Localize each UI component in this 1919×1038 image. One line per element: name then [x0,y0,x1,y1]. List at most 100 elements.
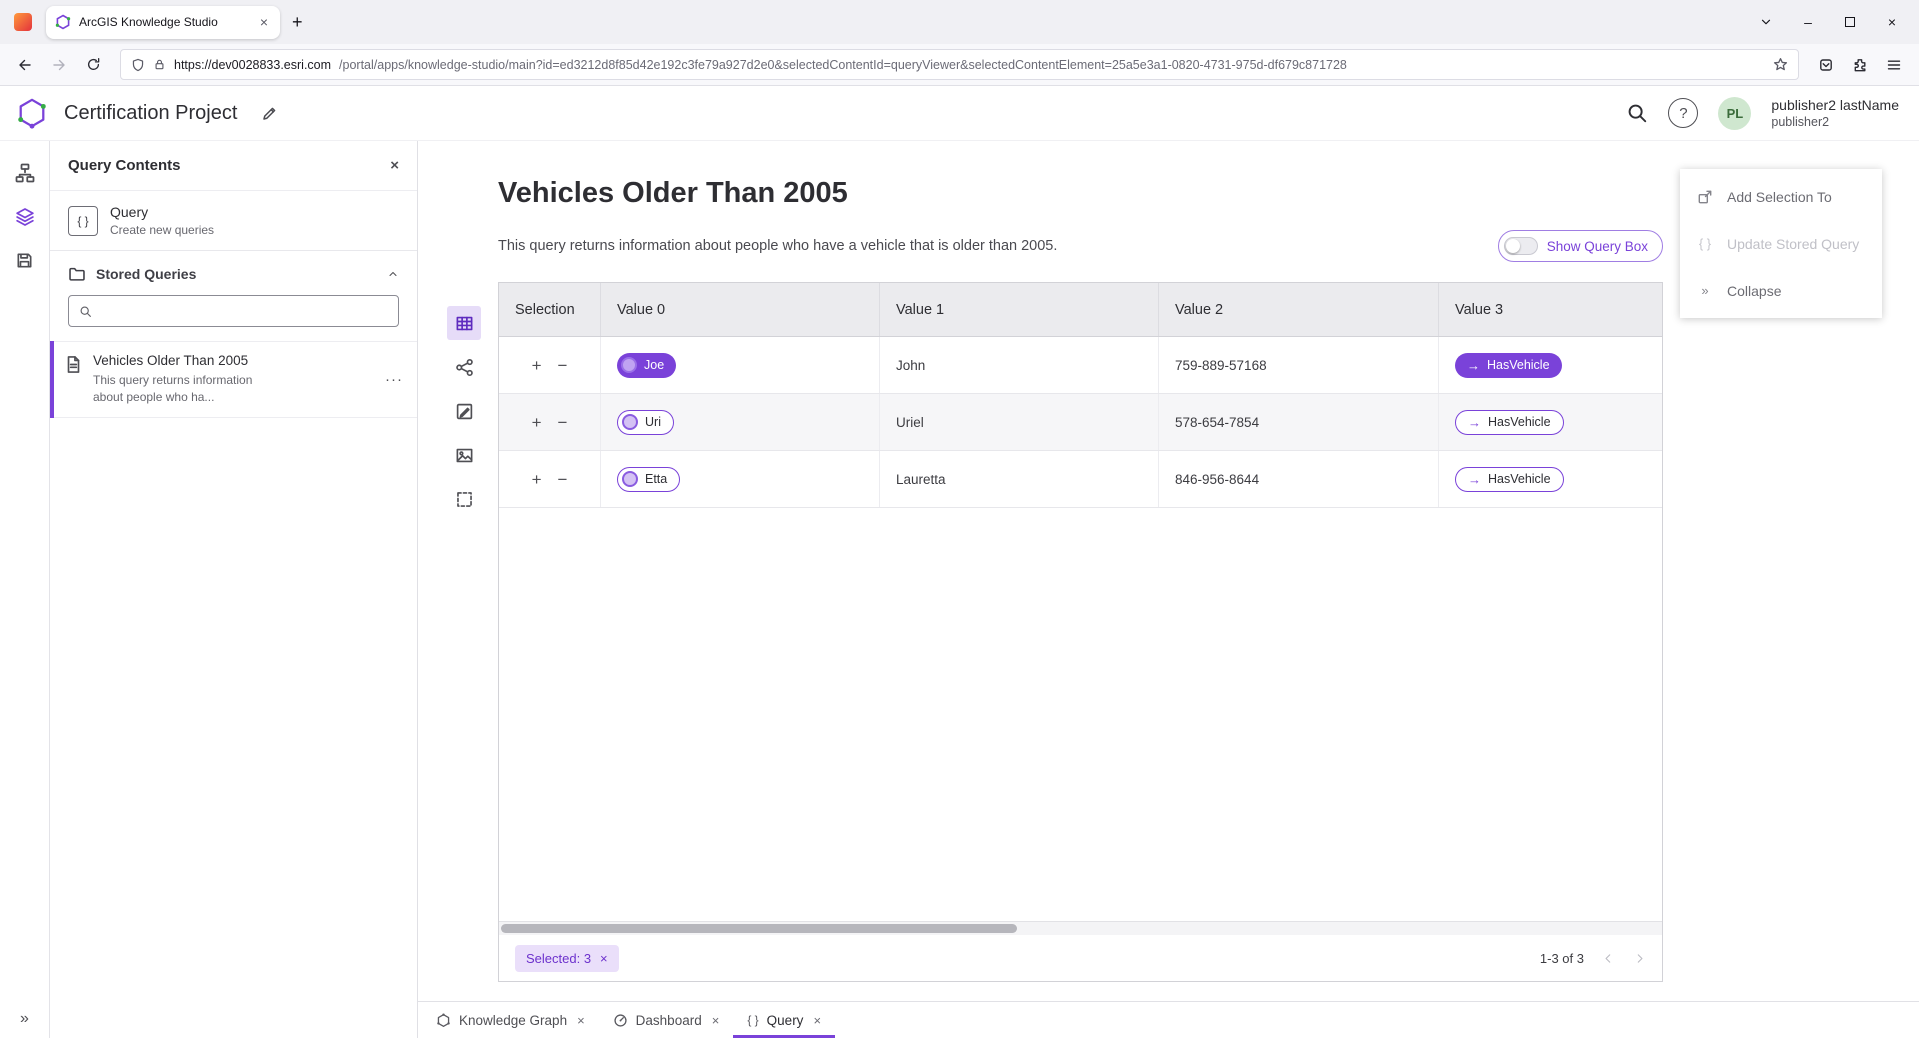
document-icon [64,355,83,406]
table-row[interactable]: + − Uri Uriel 578-654-7854 [499,394,1662,451]
search-input[interactable] [100,304,388,319]
previous-page-icon[interactable] [1602,952,1615,965]
add-to-selection-button[interactable]: + [532,471,542,488]
folder-icon [68,265,86,283]
user-avatar[interactable]: PL [1718,97,1751,130]
close-panel-icon[interactable]: × [390,157,399,174]
entity-pill[interactable]: Uri [617,410,674,435]
tracking-shield-icon[interactable] [131,58,145,72]
user-name: publisher2 lastName [1771,96,1899,114]
close-window-button[interactable]: × [1871,0,1913,44]
firefox-icon[interactable] [14,13,32,31]
add-selection-icon [1696,189,1714,205]
menu-item-update-stored-query: { } Update Stored Query [1680,220,1882,267]
table-row[interactable]: + − Etta Lauretta 846-956-8644 [499,451,1662,508]
expand-rail-icon[interactable]: » [20,1010,29,1028]
left-icon-rail: » [0,141,50,1038]
entity-label: Etta [645,472,667,486]
close-tab-icon[interactable]: × [577,1013,585,1028]
menu-hamburger-icon[interactable] [1879,50,1909,80]
menu-item-label: Update Stored Query [1727,236,1859,252]
edit-title-icon[interactable] [261,105,278,122]
help-icon[interactable]: ? [1668,98,1698,128]
layers-icon[interactable] [15,207,35,227]
knowledge-graph-icon [436,1013,451,1028]
stored-query-item[interactable]: Vehicles Older Than 2005 This query retu… [50,341,417,418]
forward-button[interactable] [44,50,74,80]
menu-item-collapse[interactable]: » Collapse [1680,267,1882,314]
menu-item-add-selection-to[interactable]: Add Selection To [1680,173,1882,220]
cell-value: John [880,337,1159,393]
map-view-icon[interactable] [447,438,481,472]
tab-knowledge-graph[interactable]: Knowledge Graph × [422,1002,599,1038]
toggle-switch[interactable] [1504,237,1538,255]
stored-queries-header[interactable]: Stored Queries [50,251,417,293]
data-model-icon[interactable] [15,163,35,183]
clear-selection-icon[interactable]: × [600,951,608,966]
braces-icon: { } [68,206,98,236]
pocket-icon[interactable] [1811,50,1841,80]
minimize-button[interactable]: – [1787,0,1829,44]
remove-from-selection-button[interactable]: − [558,357,568,374]
relationship-pill[interactable]: → HasVehicle [1455,410,1564,435]
user-info[interactable]: publisher2 lastName publisher2 [1771,96,1903,130]
query-contents-panel: Query Contents × { } Query Create new qu… [50,141,418,1038]
column-header: Value 2 [1159,283,1439,336]
tab-label: Query [767,1013,804,1028]
table-view-icon[interactable] [447,306,481,340]
cell-value: Lauretta [880,451,1159,507]
new-tab-button[interactable]: + [280,10,315,35]
remove-from-selection-button[interactable]: − [558,414,568,431]
horizontal-scrollbar[interactable] [499,921,1662,935]
relationship-label: HasVehicle [1488,415,1551,429]
close-tab-icon[interactable]: × [712,1013,720,1028]
add-to-selection-button[interactable]: + [532,357,542,374]
entity-pill[interactable]: Joe [617,353,676,378]
relationship-pill[interactable]: → HasVehicle [1455,467,1564,492]
bookmark-star-icon[interactable] [1773,57,1788,72]
menu-item-label: Collapse [1727,283,1781,299]
view-toolbar [444,306,484,982]
tab-dashboard[interactable]: Dashboard × [599,1002,734,1038]
remove-from-selection-button[interactable]: − [558,471,568,488]
column-header: Value 0 [601,283,880,336]
url-bar[interactable]: https://dev0028833.esri.com /portal/apps… [120,49,1799,80]
view-tabs-bar: Knowledge Graph × Dashboard × { } Query … [418,1001,1919,1038]
maximize-button[interactable] [1829,0,1871,44]
refresh-button[interactable] [78,50,108,80]
query-item-subtitle: Create new queries [110,223,214,237]
tab-close-icon[interactable]: × [257,14,271,30]
next-page-icon[interactable] [1633,952,1646,965]
back-button[interactable] [10,50,40,80]
marquee-select-icon[interactable] [447,482,481,516]
scrollbar-thumb[interactable] [501,924,1017,933]
lock-icon[interactable] [153,58,166,71]
new-query-item[interactable]: { } Query Create new queries [50,191,417,251]
results-table: Selection Value 0 Value 1 Value 2 Value … [498,282,1663,982]
browser-tab-title: ArcGIS Knowledge Studio [79,15,249,29]
entity-pill[interactable]: Etta [617,467,680,492]
braces-icon: { } [1696,236,1714,251]
query-item-title: Query [110,204,214,220]
tab-query[interactable]: { } Query × [733,1002,835,1038]
app-body: » Query Contents × { } Query Create new … [0,141,1919,1038]
add-to-selection-button[interactable]: + [532,414,542,431]
stored-query-description: This query returns information about peo… [93,372,283,406]
stored-queries-search[interactable] [68,295,399,327]
table-row[interactable]: + − Joe John 759-889-57168 [499,337,1662,394]
entity-dot-icon [622,471,638,487]
collapse-section-icon[interactable] [387,268,399,280]
search-icon[interactable] [1626,102,1648,124]
selected-count-chip[interactable]: Selected: 3 × [515,945,619,972]
show-query-box-toggle[interactable]: Show Query Box [1498,230,1663,262]
list-all-tabs-icon[interactable] [1745,0,1787,44]
more-options-icon[interactable]: ··· [385,371,403,388]
link-chart-icon[interactable] [447,350,481,384]
save-icon[interactable] [15,251,34,270]
relationship-label: HasVehicle [1487,358,1550,372]
edit-view-icon[interactable] [447,394,481,428]
close-tab-icon[interactable]: × [813,1013,821,1028]
relationship-pill[interactable]: → HasVehicle [1455,353,1562,378]
browser-tab[interactable]: ArcGIS Knowledge Studio × [46,6,280,39]
extensions-icon[interactable] [1845,50,1875,80]
